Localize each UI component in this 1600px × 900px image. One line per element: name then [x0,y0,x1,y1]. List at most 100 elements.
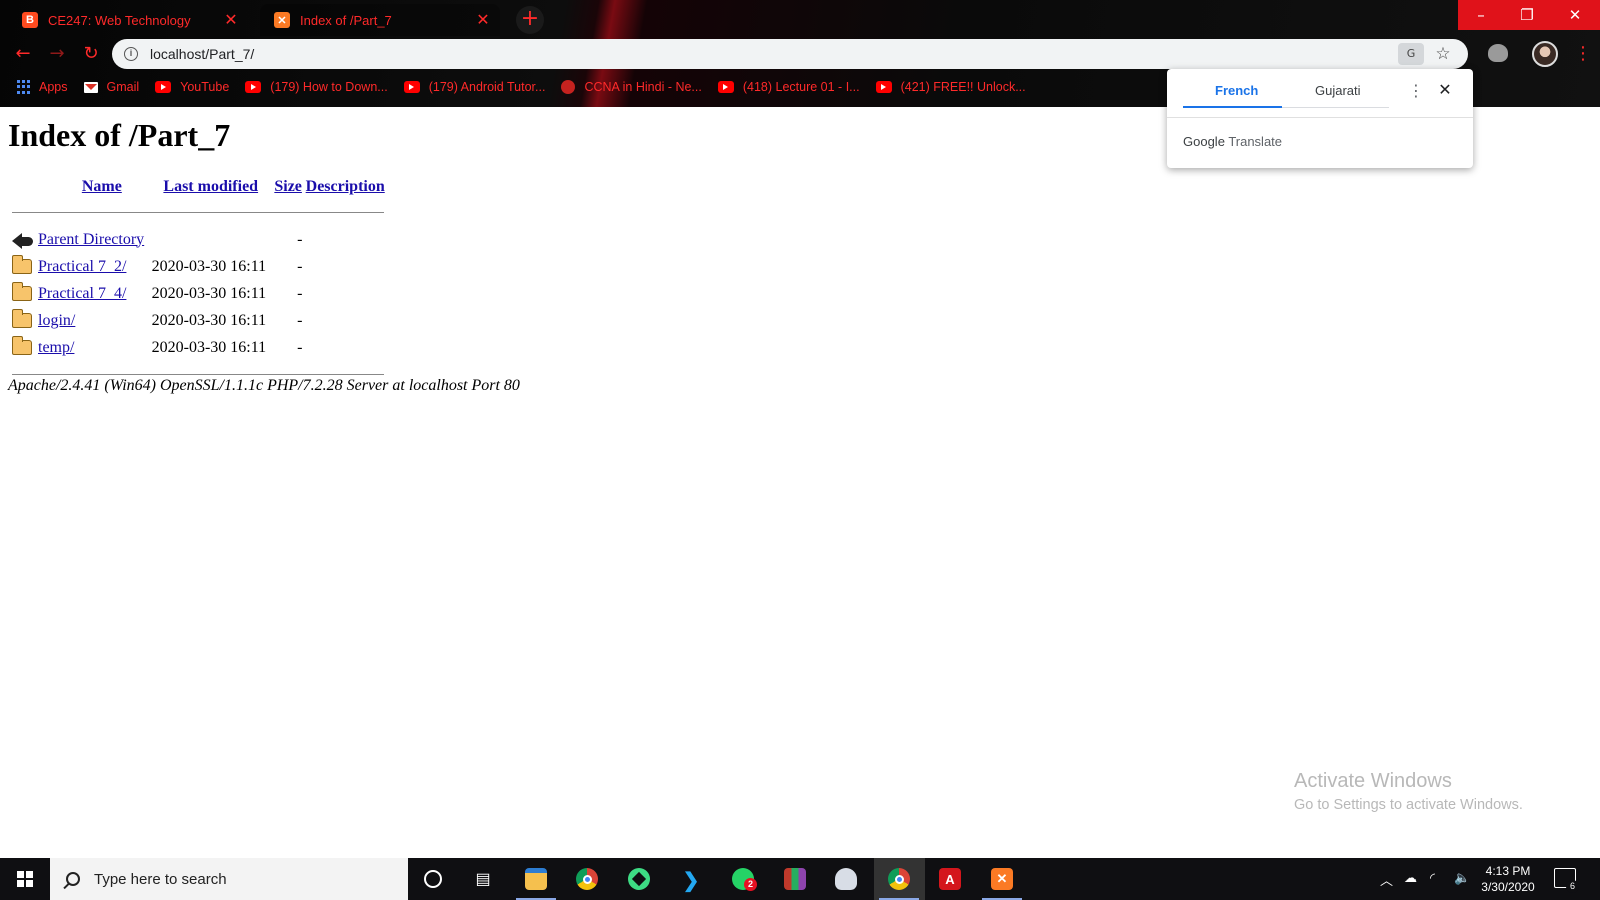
windows-logo-icon [17,871,33,887]
notification-count-badge: 6 [1566,880,1579,893]
bookmark-gmail[interactable]: Gmail [83,80,140,94]
bookmark-label: (418) Lecture 01 - I... [742,80,860,94]
clock-date: 3/30/2020 [1481,880,1535,894]
close-icon[interactable]: ✕ [472,10,494,30]
language-tab-gujarati[interactable]: Gujarati [1315,83,1361,98]
close-icon[interactable]: ✕ [1437,80,1453,99]
table-row: Parent Directory - [10,226,386,253]
site-info-icon[interactable]: i [124,47,138,61]
directory-table: Name Last modified Size Description Pare… [10,175,386,388]
header-separator [10,199,386,226]
bookmark-apps[interactable]: Apps [16,80,68,94]
snipping-tool-icon[interactable] [833,866,859,892]
folder-link-practical-7-2[interactable]: Practical 7_2/ [38,258,126,275]
search-placeholder: Type here to search [94,870,227,888]
start-button[interactable] [0,858,50,900]
restore-button[interactable]: ❐ [1504,0,1550,30]
bookmark-free-unlock[interactable]: (421) FREE!! Unlock... [875,80,1026,94]
file-explorer-icon[interactable] [523,866,549,892]
close-window-button[interactable]: ✕ [1550,0,1600,30]
xampp-icon[interactable]: ✕ [989,866,1015,892]
chrome-icon[interactable] [886,866,912,892]
network-icon[interactable]: ◜ [1430,870,1435,886]
more-options-icon[interactable]: ⋮ [1408,81,1424,100]
header-icon-spacer [10,175,36,199]
row-size: - [297,257,303,275]
back-arrow-icon[interactable]: ← [10,41,36,67]
extension-icon[interactable] [1488,44,1508,62]
forward-arrow-icon[interactable]: → [44,41,70,67]
bookmark-label: YouTube [180,80,230,94]
separator-line [12,374,384,375]
acrobat-icon[interactable]: A [937,866,963,892]
bookmark-android-tutor[interactable]: (179) Android Tutor... [403,80,545,94]
new-tab-button[interactable]: + [516,6,544,34]
row-modified: 2020-03-30 16:11 [151,311,267,329]
folder-icon [12,336,32,356]
address-bar[interactable]: i localhost/Part_7/ G ☆ [112,39,1468,69]
close-icon[interactable]: ✕ [220,10,242,30]
volume-icon[interactable]: 🔈 [1454,870,1470,886]
folder-icon [12,255,32,275]
folder-link-login[interactable]: login/ [38,312,75,329]
onedrive-icon[interactable]: ☁ [1404,870,1417,886]
bookmark-label: CCNA in Hindi - Ne... [584,80,702,94]
google-translate-brand: Google Translate [1183,134,1282,149]
brand-translate: Translate [1228,134,1283,149]
language-tab-french[interactable]: French [1215,83,1258,98]
youtube-icon [717,81,734,93]
reload-icon[interactable]: ↻ [78,41,104,67]
bookmark-how-to-down[interactable]: (179) How to Down... [245,80,388,94]
header-description: Description [304,175,386,199]
sort-by-size-link[interactable]: Size [274,178,302,195]
row-size: - [297,230,303,248]
bookmark-lecture-01[interactable]: (418) Lecture 01 - I... [717,80,860,94]
tab-index-part7[interactable]: ✕ Index of /Part_7 ✕ [260,4,500,36]
row-modified: 2020-03-30 16:11 [151,257,267,275]
youtube-icon [245,81,262,93]
vscode-icon[interactable]: ❯ [678,866,704,892]
globe-icon [561,80,576,94]
parent-directory-link[interactable]: Parent Directory [38,231,144,248]
watermark-title: Activate Windows [1294,770,1452,792]
browser-menu-icon[interactable]: ⋮ [1574,42,1592,66]
cortana-icon[interactable] [420,866,446,892]
header-name: Name [36,175,150,199]
table-row: login/ 2020-03-30 16:11 - [10,307,386,334]
minimize-button[interactable]: – [1458,0,1504,30]
watermark-subtitle: Go to Settings to activate Windows. [1294,797,1523,813]
clock[interactable]: 4:13 PM 3/30/2020 [1478,863,1538,895]
table-row: temp/ 2020-03-30 16:11 - [10,334,386,361]
android-studio-icon[interactable] [626,866,652,892]
profile-avatar-icon[interactable] [1532,41,1558,67]
bookmark-ccna[interactable]: CCNA in Hindi - Ne... [561,80,702,94]
whatsapp-icon[interactable]: 2 [730,866,757,892]
chrome-icon[interactable] [574,866,600,892]
sort-by-name-link[interactable]: Name [82,178,122,195]
selected-tab-indicator [1183,106,1282,108]
taskbar-search-box[interactable]: Type here to search [50,858,408,900]
tab-strip: B CE247: Web Technology ✕ ✕ Index of /Pa… [0,0,1600,36]
bookmark-label: Gmail [106,80,140,94]
bookmark-youtube[interactable]: YouTube [155,80,229,94]
task-view-icon[interactable]: ▤ [470,866,496,892]
translate-icon[interactable]: G [1398,43,1424,65]
row-modified: 2020-03-30 16:11 [151,338,267,356]
winrar-icon[interactable] [782,866,808,892]
sort-by-modified-link[interactable]: Last modified [163,178,258,195]
chevron-up-icon[interactable]: ︿ [1380,870,1393,889]
tab-divider [1282,107,1389,108]
youtube-icon [155,81,172,93]
folder-link-temp[interactable]: temp/ [38,339,74,356]
row-size: - [297,311,303,329]
brand-google: Google [1183,134,1225,149]
address-url[interactable]: localhost/Part_7/ [150,46,1398,62]
bookmark-star-icon[interactable]: ☆ [1432,44,1454,64]
page-title: Index of /Part_7 [8,117,231,153]
folder-link-practical-7-4[interactable]: Practical 7_4/ [38,285,126,302]
sort-by-description-link[interactable]: Description [306,178,385,195]
row-description [304,307,386,334]
tab-ce247[interactable]: B CE247: Web Technology ✕ [8,4,248,36]
activate-windows-watermark: Activate Windows Go to Settings to activ… [1294,770,1523,813]
table-row: Practical 7_2/ 2020-03-30 16:11 - [10,253,386,280]
